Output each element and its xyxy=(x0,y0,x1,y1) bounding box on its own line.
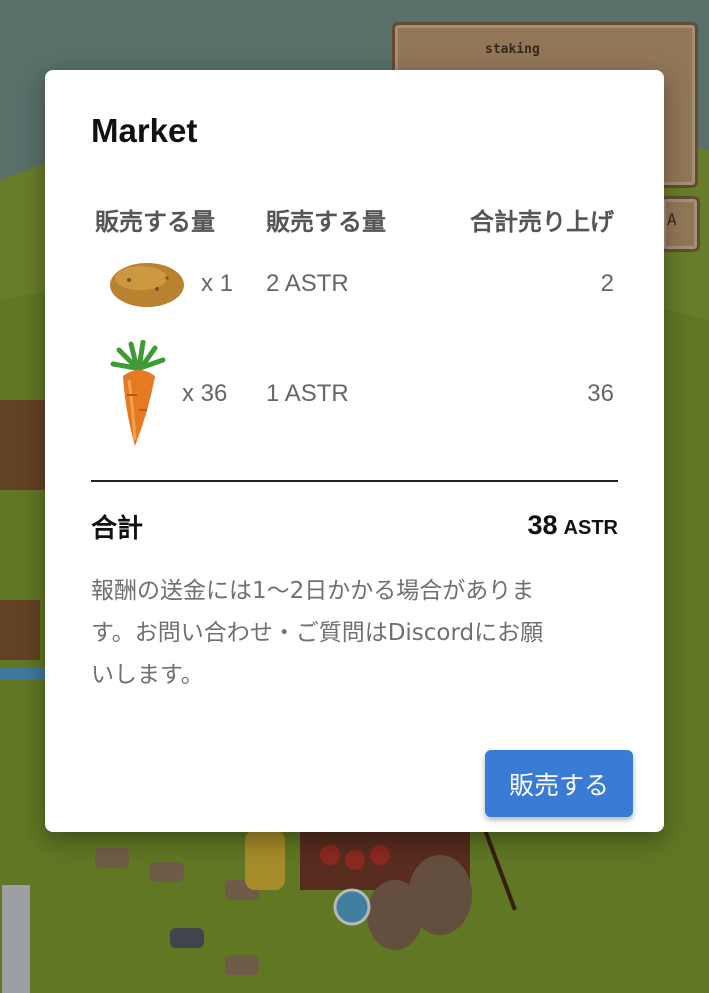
item-quantity: x 36 xyxy=(182,380,228,407)
payout-notice-line: す。お問い合わせ・ご質問はDiscordにお願 xyxy=(91,620,544,646)
item-subtotal: 36 xyxy=(587,380,614,407)
item-quantity: x 1 xyxy=(201,270,234,297)
market-dialog: Market 販売する量 販売する量 合計売り上げ x 1 2 ASTR 2 x… xyxy=(45,70,664,832)
total-number: 38 xyxy=(527,510,558,540)
total-amount: 38 ASTR xyxy=(528,510,619,541)
column-header-total: 合計売り上げ xyxy=(470,208,614,236)
total-unit: ASTR xyxy=(563,517,618,539)
payout-notice-line: 報酬の送金には1〜2日かかる場合がありま xyxy=(91,578,535,604)
item-subtotal: 2 xyxy=(600,270,614,297)
column-header-price: 販売する量 xyxy=(266,208,386,236)
total-label: 合計 xyxy=(91,514,144,544)
sell-button[interactable]: 販売する xyxy=(485,750,633,817)
payout-notice: 報酬の送金には1〜2日かかる場合がありま す。お問い合わせ・ご質問はDiscor… xyxy=(91,570,621,696)
dialog-title: Market xyxy=(91,112,198,149)
payout-notice-line: いします。 xyxy=(91,662,204,688)
item-price: 2 ASTR xyxy=(266,270,349,297)
divider xyxy=(91,480,618,482)
potato-icon xyxy=(110,263,184,307)
column-header-item: 販売する量 xyxy=(95,208,215,236)
carrot-icon xyxy=(110,340,166,446)
item-price: 1 ASTR xyxy=(266,380,349,407)
